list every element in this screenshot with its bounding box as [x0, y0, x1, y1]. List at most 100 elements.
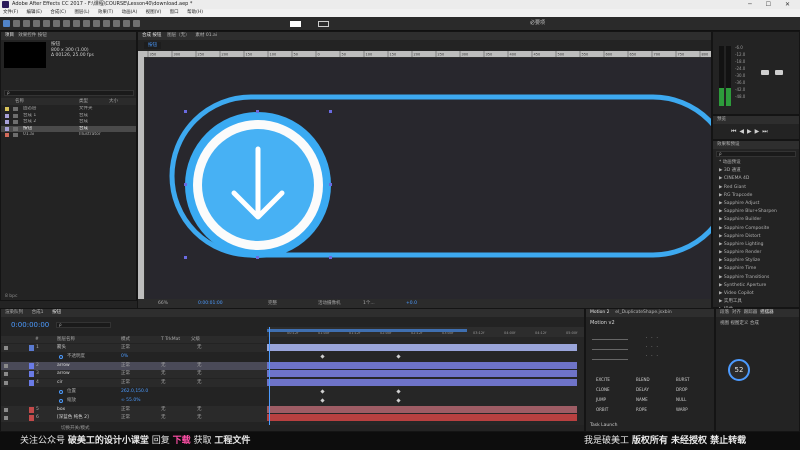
keyframe-track[interactable] — [267, 388, 577, 395]
effects-category[interactable]: ▶ Sapphire Adjust — [713, 200, 799, 208]
roto-tool-icon[interactable] — [123, 20, 130, 27]
effects-category[interactable]: ▶ Red Giant — [713, 184, 799, 192]
menu-view[interactable]: 视图(V) — [146, 10, 162, 15]
tab-footage[interactable]: 素材 01.ai — [195, 33, 217, 38]
layer-property-row[interactable]: 缩放 ∞ 55.0% — [1, 396, 267, 405]
layer-row[interactable]: 5 box 正常 无 无 — [1, 405, 267, 414]
motion-tool-button[interactable]: ORBIT — [590, 405, 630, 415]
timeline-search-input[interactable]: ρ — [56, 322, 111, 328]
layer-parent[interactable]: 无 — [197, 344, 202, 352]
tab-duplicate-shape[interactable]: el_DuplicateShape.jsxbin — [615, 310, 671, 315]
motion-tool-button[interactable]: JUMP — [590, 395, 630, 405]
layer-parent[interactable]: 无 — [197, 379, 202, 387]
keyframe-icon[interactable] — [320, 398, 325, 403]
effects-search-input[interactable]: ρ — [716, 151, 796, 157]
col-size[interactable]: 大小 — [109, 98, 118, 105]
layer-name[interactable]: [深蓝色 纯色 2] — [57, 414, 89, 422]
layer-duration-bar[interactable] — [267, 414, 577, 422]
shape-tool-icon[interactable] — [63, 20, 70, 27]
tab-composition[interactable]: 合成 按钮 — [142, 33, 161, 38]
selection-tool-icon[interactable] — [3, 20, 10, 27]
col-trkmat[interactable]: T TrkMat — [161, 336, 180, 343]
tab-render-queue[interactable]: 渲染队列 — [5, 310, 23, 315]
layer-parent[interactable]: 无 — [197, 362, 202, 370]
layer-mode[interactable]: 正常 — [121, 414, 130, 422]
effects-header[interactable]: 效果和预设 — [713, 141, 799, 149]
effects-category[interactable]: * 动画预设 — [713, 159, 799, 167]
property-value[interactable]: 262.0,150.0 — [121, 388, 148, 396]
layer-name[interactable]: box — [57, 406, 65, 414]
keyframe-icon[interactable] — [320, 389, 325, 394]
fill-swatch[interactable] — [290, 21, 301, 27]
layer-eye-icon[interactable] — [4, 416, 8, 421]
motion-tool-button[interactable]: DELAY — [630, 385, 670, 395]
layer-mode[interactable]: 正常 — [121, 406, 130, 414]
layer-parent[interactable]: 无 — [197, 406, 202, 414]
layer-duration-bar[interactable] — [267, 344, 577, 351]
menu-effect[interactable]: 效果(T) — [98, 10, 113, 15]
layer-row[interactable]: 6 [深蓝色 纯色 2] 正常 无 无 — [1, 414, 267, 423]
effects-category[interactable]: ▶ Synthetic Aperture — [713, 282, 799, 290]
layer-mode[interactable]: 正常 — [121, 362, 130, 370]
effects-category[interactable]: ▶ Sapphire Lighting — [713, 241, 799, 249]
menu-layer[interactable]: 图层(L) — [74, 10, 89, 15]
keyframe-icon[interactable] — [396, 398, 401, 403]
layer-trkmat[interactable]: 无 — [161, 406, 166, 414]
effects-category[interactable]: ▶ Sapphire Blur+Sharpen — [713, 208, 799, 216]
layer-eye-icon[interactable] — [4, 407, 8, 412]
tab-align[interactable]: 对齐 — [732, 310, 741, 315]
effects-category[interactable]: ▶ Sapphire Composite — [713, 225, 799, 233]
motion-tool-button[interactable]: CLONE — [590, 385, 630, 395]
motion-tool-button[interactable]: DROP — [670, 385, 710, 395]
tab-wiggler[interactable]: 摇摆器 — [760, 310, 774, 315]
col-name[interactable]: 名称 — [15, 98, 24, 105]
stroke-swatch[interactable] — [318, 21, 329, 27]
layer-mode[interactable]: 正常 — [121, 370, 130, 378]
effects-category[interactable]: ▶ RG Trapcode — [713, 192, 799, 200]
puppet-tool-icon[interactable] — [133, 20, 140, 27]
effects-category[interactable]: ▶ Sapphire Distort — [713, 233, 799, 241]
layer-duration-bar[interactable] — [267, 379, 577, 387]
keyframe-icon[interactable] — [396, 354, 401, 359]
layer-label-color[interactable] — [29, 371, 34, 378]
align-to-label[interactable]: 视图 视图定义 合成 — [720, 320, 759, 326]
effects-category[interactable]: ▶ Sapphire Stylize — [713, 257, 799, 265]
tab-effect-controls[interactable]: 效果控件 按钮 — [18, 33, 46, 38]
tab-tracker[interactable]: 跟踪器 — [744, 310, 758, 315]
layer-trkmat[interactable]: 无 — [161, 414, 166, 422]
timeline-timecode[interactable]: 0:00:00:00 — [11, 321, 49, 329]
tab-motion[interactable]: Motion 2 — [590, 310, 610, 315]
layer-row[interactable]: 1 箭头 正常 无 — [1, 344, 267, 352]
layer-name[interactable]: arrow — [57, 362, 70, 370]
col-mode[interactable]: 模式 — [121, 336, 130, 343]
workspace-label[interactable]: 必要项 — [530, 19, 545, 26]
layer-duration-bar[interactable] — [267, 361, 577, 369]
menu-animation[interactable]: 动画(A) — [122, 10, 138, 15]
motion-tool-button[interactable]: EXCITE — [590, 375, 630, 385]
menu-composition[interactable]: 合成(C) — [50, 10, 66, 15]
layer-row[interactable]: 2 arrow 正常 无 无 — [1, 361, 267, 370]
layer-name[interactable]: arrow — [57, 370, 70, 378]
layer-eye-icon[interactable] — [4, 346, 8, 350]
effects-category[interactable]: ▶ Sapphire Time — [713, 265, 799, 273]
work-area-bar[interactable] — [267, 329, 467, 332]
layer-trkmat[interactable]: 无 — [161, 370, 166, 378]
keyframe-track[interactable] — [267, 397, 577, 404]
switches-modes-toggle[interactable]: 切换开关/模式 — [61, 425, 90, 431]
views-dropdown[interactable]: 1个... — [363, 299, 375, 308]
comp-breadcrumb[interactable]: 按钮 — [144, 42, 161, 49]
layer-label-color[interactable] — [29, 380, 34, 387]
stopwatch-icon[interactable] — [59, 354, 63, 359]
volume-slider-left[interactable] — [761, 70, 769, 75]
project-search-input[interactable]: ρ — [4, 90, 134, 96]
pan-behind-tool-icon[interactable] — [53, 20, 60, 27]
layer-label-color[interactable] — [29, 362, 34, 369]
motion-tool-button[interactable]: WARP — [670, 405, 710, 415]
layer-duration-bar[interactable] — [267, 370, 577, 378]
motion-tool-button[interactable]: NAME — [630, 395, 670, 405]
menu-window[interactable]: 窗口 — [170, 10, 179, 15]
effects-category[interactable]: ▶ Sapphire Transitions — [713, 274, 799, 282]
layer-label-color[interactable] — [29, 415, 34, 422]
pen-tool-icon[interactable] — [73, 20, 80, 27]
property-value[interactable]: ∞ 55.0% — [121, 397, 140, 405]
